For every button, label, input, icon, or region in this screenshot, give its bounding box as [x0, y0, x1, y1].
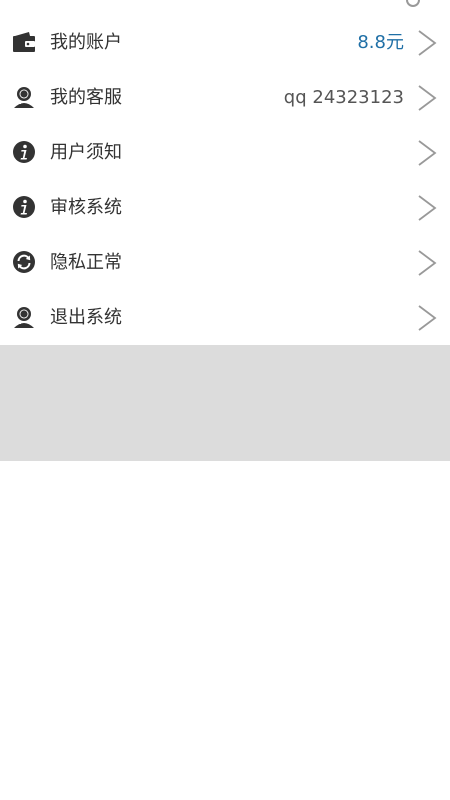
chevron-right-icon [418, 195, 437, 221]
menu-item-privacy[interactable]: 隐私正常 [0, 235, 450, 290]
chevron-right-icon [418, 30, 437, 56]
partial-icon [406, 0, 420, 7]
screen: 我的账户 8.8元 我的客服 qq 24323123 用户须知 审核系统 隐私正… [0, 0, 450, 800]
menu-item-customer-service[interactable]: 我的客服 qq 24323123 [0, 70, 450, 125]
menu-item-logout[interactable]: 退出系统 [0, 290, 450, 345]
menu-item-label: 隐私正常 [50, 252, 122, 273]
chevron-right-icon [418, 250, 437, 276]
menu-item-user-notice[interactable]: 用户须知 [0, 125, 450, 180]
menu-item-review-system[interactable]: 审核系统 [0, 180, 450, 235]
section-divider-block [0, 345, 450, 461]
chevron-right-icon [418, 140, 437, 166]
menu-item-label: 我的账户 [50, 32, 122, 53]
refresh-icon [13, 251, 35, 273]
info-icon [13, 141, 35, 163]
chevron-right-icon [418, 305, 437, 331]
menu-item-label: 审核系统 [50, 197, 122, 218]
customer-service-qq: qq 24323123 [283, 87, 404, 108]
user-icon [14, 307, 34, 328]
top-edge-fragment [0, 0, 450, 16]
menu-list: 我的账户 8.8元 我的客服 qq 24323123 用户须知 审核系统 隐私正… [0, 15, 450, 345]
menu-item-account[interactable]: 我的账户 8.8元 [0, 15, 450, 70]
account-balance: 8.8元 [357, 32, 404, 53]
menu-item-label: 用户须知 [50, 142, 122, 163]
info-icon [13, 196, 35, 218]
menu-item-label: 退出系统 [50, 307, 122, 328]
chevron-right-icon [418, 85, 437, 111]
menu-item-label: 我的客服 [50, 87, 122, 108]
customer-service-icon [14, 87, 34, 108]
wallet-icon [13, 32, 35, 52]
